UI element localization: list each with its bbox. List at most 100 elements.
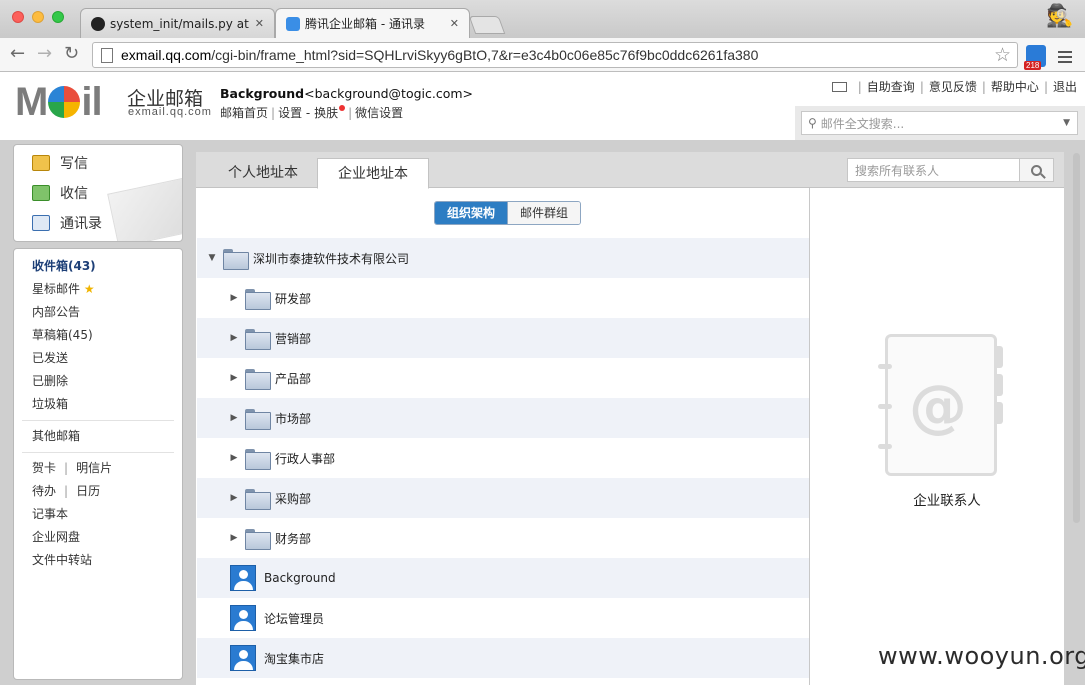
sidebar-item-file-transfer[interactable]: 文件中转站 [14, 549, 182, 572]
page-icon [101, 47, 113, 63]
link-self-service[interactable]: 自助查询 [867, 78, 915, 95]
tab-enterprise-addressbook[interactable]: 企业地址本 [317, 158, 429, 189]
contacts-main: 个人地址本 企业地址本 搜索所有联系人 组织架构 邮件群组 ▼ 深圳市泰捷软件技… [196, 152, 1064, 685]
tree-person-row[interactable]: 淘宝集市店 [197, 638, 809, 678]
sidebar-item-sent[interactable]: 已发送 [14, 347, 182, 370]
url-text: exmail.qq.com/cgi-bin/frame_html?sid=SQH… [121, 47, 759, 63]
caret-right-icon[interactable]: ▶ [229, 493, 239, 503]
contact-search-button[interactable] [1019, 159, 1053, 181]
address-bar[interactable]: exmail.qq.com/cgi-bin/frame_html?sid=SQH… [92, 42, 1018, 68]
back-arrow-icon[interactable]: ← [10, 43, 25, 64]
sidebar-item-calendar[interactable]: 日历 [76, 484, 100, 498]
window-zoom-button[interactable] [52, 11, 64, 23]
star-icon: ★ [83, 282, 95, 296]
caret-right-icon[interactable]: ▶ [229, 413, 239, 423]
mail-header: Mil 企业邮箱 exmail.qq.com Background<backgr… [0, 72, 1085, 140]
caret-right-icon[interactable]: ▶ [229, 333, 239, 343]
sidebar-item-notepad[interactable]: 记事本 [14, 503, 182, 526]
sidebar-item-other-mailboxes[interactable]: 其他邮箱 [14, 425, 182, 448]
browser-tab-bar: system_init/mails.py at 69c ✕ 腾讯企业邮箱 - 通… [0, 0, 1085, 38]
folder-icon [245, 328, 271, 350]
caret-down-icon[interactable]: ▼ [207, 253, 217, 263]
folder-icon [245, 408, 271, 430]
sidebar-item-todo[interactable]: 待办 [32, 484, 56, 498]
divider [22, 452, 174, 453]
search-icon [1031, 164, 1042, 176]
tab-close-icon[interactable]: ✕ [450, 17, 459, 30]
logo-text-en: exmail.qq.com [128, 106, 212, 118]
reload-icon[interactable]: ↻ [64, 43, 79, 64]
forward-arrow-icon[interactable]: → [37, 43, 52, 64]
extension-icon[interactable]: 218 [1024, 45, 1046, 70]
sidebar-tools-row: 待办 | 日历 [32, 484, 101, 498]
window-close-button[interactable] [12, 11, 24, 23]
sidebar-item-postcard[interactable]: 明信片 [76, 461, 112, 475]
sidebar-tools-row: 贺卡 | 明信片 [32, 461, 113, 475]
tree-person-row[interactable]: Background [197, 558, 809, 598]
folder-icon [245, 528, 271, 550]
receive-button[interactable]: 收信 [14, 178, 182, 208]
search-icon: ⚲ [808, 116, 817, 130]
nav-mail-home[interactable]: 邮箱首页 [220, 106, 268, 120]
inbox-download-icon [32, 185, 50, 201]
quick-actions: 写信 收信 通讯录 [13, 144, 183, 242]
keyboard-icon[interactable] [831, 81, 847, 92]
window-minimize-button[interactable] [32, 11, 44, 23]
github-icon [91, 16, 105, 31]
browser-tab-exmail[interactable]: 腾讯企业邮箱 - 通讯录 ✕ [275, 8, 470, 38]
sidebar-item-drafts[interactable]: 草稿箱(45) [14, 324, 182, 347]
nav-settings[interactable]: 设置 [278, 106, 302, 120]
caret-right-icon[interactable]: ▶ [229, 533, 239, 543]
browser-menu-icon[interactable] [1058, 48, 1072, 66]
tree-dept-row[interactable]: ▶ 行政人事部 [197, 438, 809, 478]
contacts-button[interactable]: 通讯录 [14, 208, 182, 238]
tab-title: system_init/mails.py at 69c [110, 16, 251, 31]
segment-mail-groups[interactable]: 邮件群组 [507, 202, 581, 224]
sidebar-item-spam[interactable]: 垃圾箱 [14, 393, 182, 416]
tree-dept-row[interactable]: ▶ 产品部 [197, 358, 809, 398]
tab-personal-addressbook[interactable]: 个人地址本 [208, 158, 318, 188]
tree-dept-row[interactable]: ▶ 营销部 [197, 318, 809, 358]
user-name: Background [220, 86, 305, 101]
divider [22, 420, 174, 421]
chevron-down-icon[interactable]: ▼ [1063, 118, 1070, 128]
tree-person-row[interactable]: 论坛管理员 [197, 598, 809, 638]
browser-toolbar: ← → ↻ exmail.qq.com/cgi-bin/frame_html?s… [0, 38, 1085, 72]
tree-dept-row[interactable]: ▶ 采购部 [197, 478, 809, 518]
incognito-icon: 🕵 [1046, 4, 1074, 29]
compose-button[interactable]: 写信 [14, 148, 182, 178]
scrollbar-thumb[interactable] [1073, 153, 1080, 523]
new-tab-button[interactable] [468, 16, 506, 34]
mail-search-input[interactable]: ⚲ 邮件全文搜索... ▼ [801, 111, 1078, 135]
sidebar-item-netdisk[interactable]: 企业网盘 [14, 526, 182, 549]
tree-dept-row[interactable]: ▶ 财务部 [197, 518, 809, 558]
tree-dept-row[interactable]: ▶ 市场部 [197, 398, 809, 438]
link-logout[interactable]: 退出 [1053, 78, 1077, 95]
nav-wechat-settings[interactable]: 微信设置 [355, 106, 403, 120]
link-help[interactable]: 帮助中心 [991, 78, 1039, 95]
sidebar-item-inbox[interactable]: 收件箱(43) [14, 255, 182, 278]
bookmark-star-icon[interactable]: ☆ [994, 44, 1011, 66]
folder-icon [245, 448, 271, 470]
page-scrollbar[interactable] [1070, 150, 1082, 680]
link-feedback[interactable]: 意见反馈 [929, 78, 977, 95]
caret-right-icon[interactable]: ▶ [229, 373, 239, 383]
user-nav: 邮箱首页 | 设置 - 换肤 | 微信设置 [220, 105, 404, 120]
user-avatar-icon [230, 565, 256, 591]
sidebar-item-starred[interactable]: 星标邮件 ★ [14, 278, 182, 301]
tab-close-icon[interactable]: ✕ [255, 17, 264, 30]
tree-company-row[interactable]: ▼ 深圳市泰捷软件技术有限公司 [197, 238, 809, 278]
user-avatar-icon [230, 605, 256, 631]
nav-skin[interactable]: 换肤 [314, 106, 338, 120]
sidebar-item-announcements[interactable]: 内部公告 [14, 301, 182, 324]
caret-right-icon[interactable]: ▶ [229, 453, 239, 463]
folder-icon [245, 368, 271, 390]
moil-logo[interactable]: Mil [15, 82, 103, 122]
tree-dept-row[interactable]: ▶ 研发部 [197, 278, 809, 318]
caret-right-icon[interactable]: ▶ [229, 293, 239, 303]
sidebar-item-greeting-card[interactable]: 贺卡 [32, 461, 56, 475]
browser-tab-github[interactable]: system_init/mails.py at 69c ✕ [80, 8, 275, 38]
sidebar-item-deleted[interactable]: 已删除 [14, 370, 182, 393]
contact-search-input[interactable]: 搜索所有联系人 [847, 158, 1054, 182]
segment-org-structure[interactable]: 组织架构 [435, 202, 508, 224]
